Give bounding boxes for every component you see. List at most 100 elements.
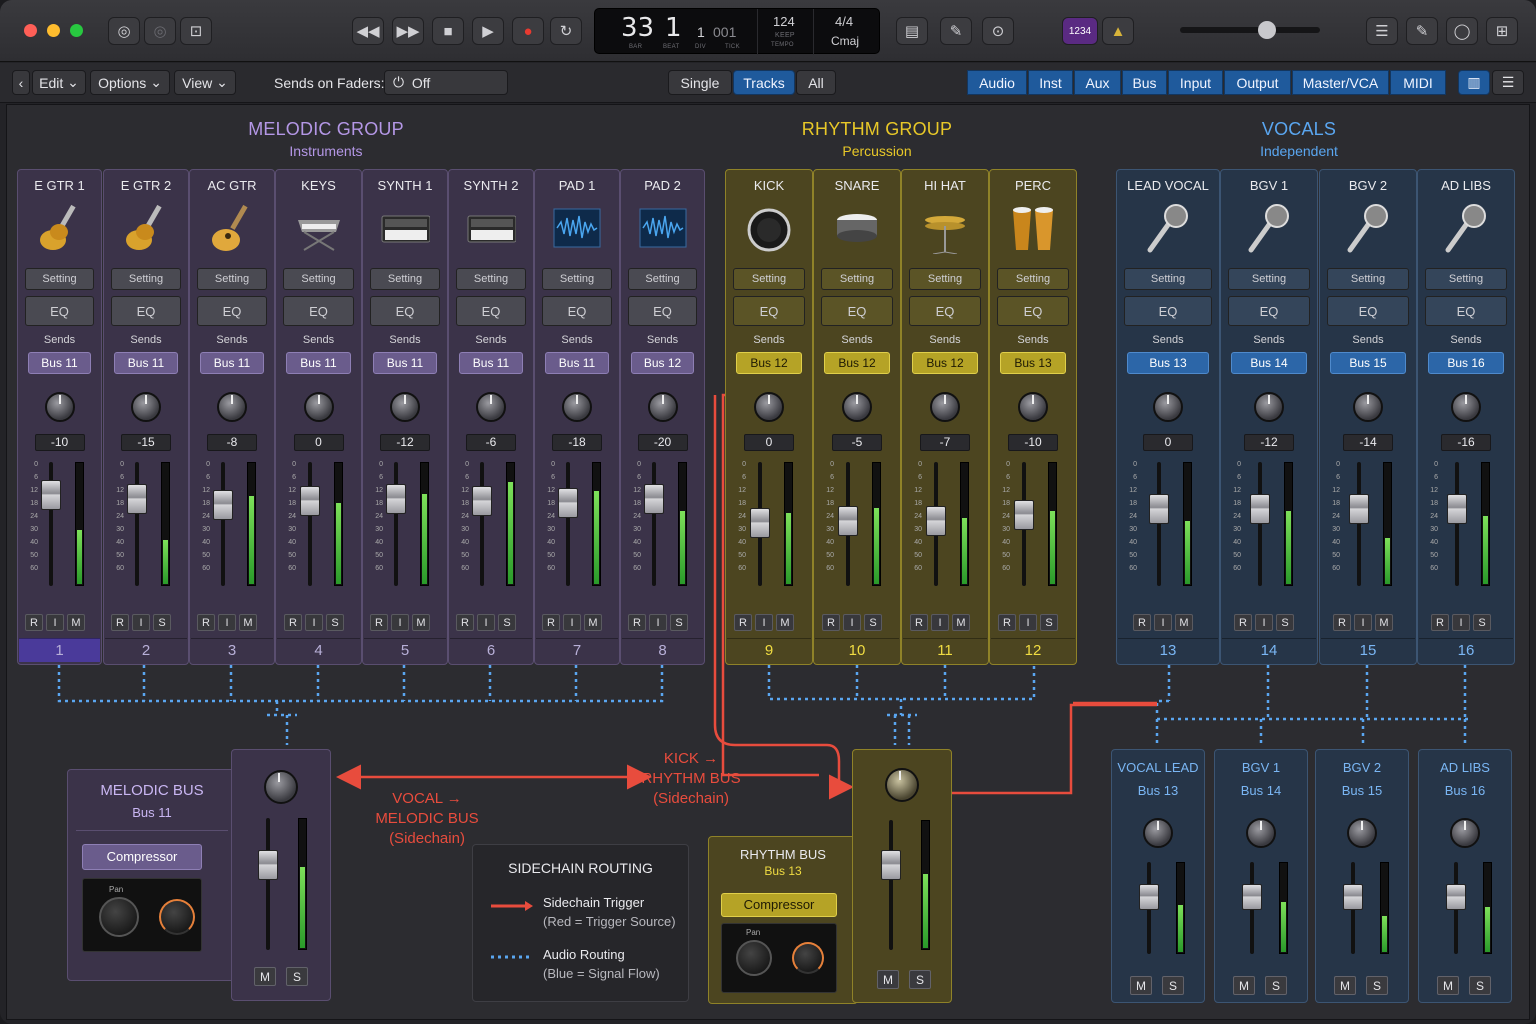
setting-button[interactable]: Setting xyxy=(111,268,181,290)
track-number[interactable]: 6 xyxy=(450,638,532,662)
eq-button[interactable]: EQ xyxy=(197,296,267,326)
send-bus-slot[interactable]: Bus 11 xyxy=(373,352,437,374)
setting-button[interactable]: Setting xyxy=(733,268,805,290)
record-button[interactable]: ● xyxy=(512,17,544,45)
pan-knob[interactable] xyxy=(1143,818,1173,848)
channel-name[interactable]: E GTR 2 xyxy=(104,178,188,193)
volume-readout[interactable]: -16 xyxy=(1441,434,1491,451)
track-number[interactable]: 15 xyxy=(1321,638,1415,662)
play-button[interactable]: ▶ xyxy=(472,17,504,45)
volume-readout[interactable]: -10 xyxy=(34,434,85,451)
solo-button[interactable]: S xyxy=(864,614,882,631)
record-enable-button[interactable]: R xyxy=(998,614,1016,631)
send-bus-slot[interactable]: Bus 11 xyxy=(114,352,178,374)
options-menu[interactable]: Options ⌄ xyxy=(90,70,170,95)
solo-button[interactable]: S xyxy=(1040,614,1058,631)
filter-master-vca[interactable]: Master/VCA xyxy=(1292,70,1389,95)
send-bus-slot[interactable]: Bus 12 xyxy=(912,352,978,374)
track-number[interactable]: 3 xyxy=(191,638,273,662)
solo-button[interactable]: S xyxy=(326,614,344,631)
input-monitor-button[interactable]: I xyxy=(931,614,949,631)
eq-button[interactable]: EQ xyxy=(997,296,1069,326)
record-enable-button[interactable]: R xyxy=(370,614,388,631)
input-monitor-button[interactable]: I xyxy=(1154,614,1172,631)
pan-knob[interactable] xyxy=(217,392,247,422)
pan-knob[interactable] xyxy=(736,940,772,976)
record-enable-button[interactable]: R xyxy=(111,614,129,631)
volume-readout[interactable]: -12 xyxy=(1244,434,1294,451)
volume-fader[interactable] xyxy=(1343,884,1363,910)
input-monitor-button[interactable]: I xyxy=(755,614,773,631)
setting-button[interactable]: Setting xyxy=(1228,268,1310,290)
volume-readout[interactable]: 0 xyxy=(744,434,794,451)
send-bus-slot[interactable]: Bus 12 xyxy=(631,352,694,374)
pencil-icon[interactable]: ✎ xyxy=(940,17,972,45)
zoom-window-button[interactable] xyxy=(70,24,83,37)
master-volume-slider[interactable] xyxy=(1180,27,1320,33)
metronome-icon[interactable]: ▲ xyxy=(1102,17,1134,45)
setting-button[interactable]: Setting xyxy=(628,268,697,290)
note-pad-icon[interactable]: ✎ xyxy=(1406,17,1438,45)
pan-knob[interactable] xyxy=(754,392,784,422)
record-enable-button[interactable]: R xyxy=(628,614,646,631)
all-view-button[interactable]: All xyxy=(796,70,836,95)
volume-readout[interactable]: -10 xyxy=(1008,434,1058,451)
record-enable-button[interactable]: R xyxy=(1234,614,1252,631)
eq-button[interactable]: EQ xyxy=(370,296,440,326)
record-enable-button[interactable]: R xyxy=(822,614,840,631)
solo-button[interactable]: S xyxy=(498,614,516,631)
loop-browser-icon[interactable]: ◯ xyxy=(1446,17,1478,45)
track-number[interactable]: 16 xyxy=(1419,638,1513,662)
send-bus-slot[interactable]: Bus 15 xyxy=(1330,352,1406,374)
solo-button[interactable]: S xyxy=(1276,614,1294,631)
setting-button[interactable]: Setting xyxy=(997,268,1069,290)
eq-button[interactable]: EQ xyxy=(1124,296,1212,326)
record-enable-button[interactable]: R xyxy=(1133,614,1151,631)
track-number[interactable]: 1 xyxy=(19,638,100,662)
input-monitor-button[interactable]: I xyxy=(132,614,150,631)
setting-button[interactable]: Setting xyxy=(1425,268,1507,290)
track-number[interactable]: 10 xyxy=(815,638,899,662)
mute-button[interactable]: M xyxy=(1175,614,1193,631)
volume-readout[interactable]: -6 xyxy=(466,434,516,451)
record-enable-button[interactable]: R xyxy=(456,614,474,631)
pan-knob[interactable] xyxy=(1018,392,1048,422)
eq-button[interactable]: EQ xyxy=(1425,296,1507,326)
edit-menu[interactable]: Edit ⌄ xyxy=(32,70,86,95)
setting-button[interactable]: Setting xyxy=(542,268,612,290)
melodic-bus-fader[interactable] xyxy=(258,850,278,880)
input-monitor-button[interactable]: I xyxy=(649,614,667,631)
solo-button[interactable]: S xyxy=(1469,976,1491,995)
channel-name[interactable]: AC GTR xyxy=(190,178,274,193)
mute-button[interactable]: M xyxy=(877,970,899,989)
send-bus-slot[interactable]: Bus 13 xyxy=(1000,352,1066,374)
send-bus-slot[interactable]: Bus 16 xyxy=(1428,352,1504,374)
channel-name[interactable]: KICK xyxy=(726,178,812,193)
solo-button[interactable]: S xyxy=(1473,614,1491,631)
track-number[interactable]: 7 xyxy=(536,638,618,662)
pan-knob[interactable] xyxy=(930,392,960,422)
setting-button[interactable]: Setting xyxy=(821,268,893,290)
send-bus-slot[interactable]: Bus 11 xyxy=(459,352,523,374)
solo-button[interactable]: S xyxy=(670,614,688,631)
volume-fader[interactable] xyxy=(838,506,858,536)
solo-button[interactable]: S xyxy=(1366,976,1388,995)
threshold-knob[interactable] xyxy=(159,899,195,935)
solo-button[interactable]: S xyxy=(1162,976,1184,995)
pan-knob[interactable] xyxy=(131,392,161,422)
eq-button[interactable]: EQ xyxy=(628,296,697,326)
record-enable-button[interactable]: R xyxy=(284,614,302,631)
volume-fader[interactable] xyxy=(1447,494,1467,524)
filter-aux[interactable]: Aux xyxy=(1074,70,1121,95)
input-monitor-button[interactable]: I xyxy=(1019,614,1037,631)
volume-fader[interactable] xyxy=(1349,494,1369,524)
volume-fader[interactable] xyxy=(1014,500,1034,530)
setting-button[interactable]: Setting xyxy=(283,268,354,290)
record-enable-button[interactable]: R xyxy=(542,614,560,631)
mute-button[interactable]: M xyxy=(584,614,602,631)
channel-name[interactable]: BGV 2 xyxy=(1320,178,1416,193)
volume-fader[interactable] xyxy=(1446,884,1466,910)
mute-button[interactable]: M xyxy=(952,614,970,631)
mute-button[interactable]: M xyxy=(1375,614,1393,631)
setting-button[interactable]: Setting xyxy=(909,268,981,290)
